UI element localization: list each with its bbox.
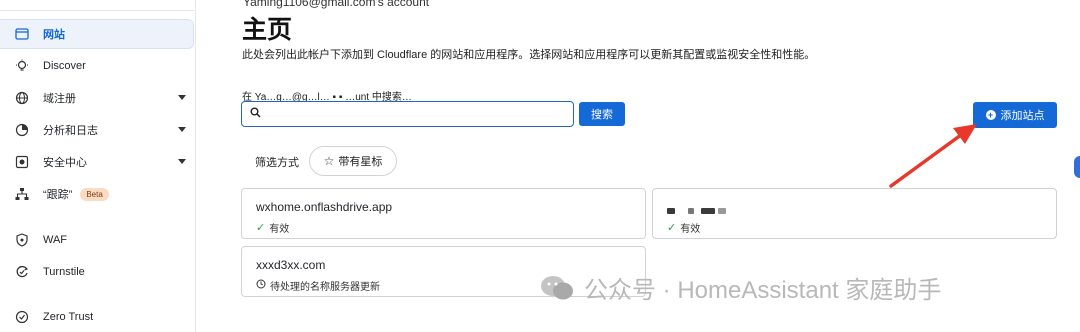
search-field[interactable] (241, 101, 574, 127)
globe-icon (14, 90, 30, 106)
search-button[interactable]: 搜索 (579, 102, 625, 126)
sidebar-item-domain-registration[interactable]: 域注册 (0, 83, 196, 113)
zero-trust-icon (14, 309, 30, 325)
network-tree-icon (14, 186, 30, 202)
sidebar-divider (0, 10, 196, 11)
search-input[interactable] (267, 108, 573, 120)
site-domain: xxxd3xx.com (256, 258, 326, 272)
sidebar-item-analytics-logs[interactable]: 分析和日志 (0, 115, 196, 145)
add-site-button[interactable]: + 添加站点 (973, 102, 1057, 128)
sidebar-item-label: 域注册 (43, 93, 76, 105)
plus-circle-icon: + (985, 110, 996, 120)
help-tab[interactable] (1074, 156, 1080, 178)
watermark-text: 公众号 · HomeAssistant 家庭助手 (584, 277, 942, 304)
star-icon: ☆ (323, 154, 335, 168)
site-status-label: 有效 (680, 224, 701, 235)
site-domain: wxhome.onflashdrive.app (256, 200, 393, 214)
sidebar-item-label: 分析和日志 (43, 125, 98, 137)
clock-chart-icon (14, 122, 30, 138)
filter-label: 筛选方式 (255, 157, 299, 169)
page-description: 此处会列出此帐户下添加到 Cloudflare 的网站和应用程序。选择网站和应用… (242, 49, 816, 61)
waf-shield-icon (14, 232, 30, 248)
site-card[interactable]: wxhome.onflashdrive.app ✓ 有效 (241, 188, 646, 239)
shield-gear-icon (14, 154, 30, 170)
site-status: 待处理的名称服务器更新 (256, 278, 380, 293)
sidebar-item-zero-trust[interactable]: Zero Trust (0, 302, 196, 332)
sidebar: 网站 Discover 域注册 分析和日志 安全中心 “跟踪” Beta WAF… (0, 0, 196, 332)
sidebar-item-label: “跟踪” (43, 189, 73, 201)
beta-badge: Beta (80, 187, 109, 201)
lightbulb-icon (14, 58, 30, 74)
add-site-label: 添加站点 (1000, 110, 1045, 122)
sidebar-item-turnstile[interactable]: Turnstile (0, 257, 196, 287)
check-icon: ✓ (256, 222, 266, 234)
page-title: 主页 (242, 16, 293, 44)
check-icon: ✓ (667, 222, 677, 234)
sidebar-item-label: Turnstile (43, 266, 85, 278)
sidebar-item-label: Zero Trust (43, 311, 94, 323)
site-status-label: 有效 (269, 224, 290, 235)
watermark: 公众号 · HomeAssistant 家庭助手 (540, 270, 941, 305)
chevron-down-icon (178, 127, 186, 132)
account-name: Yaming1106@gmail.com's account (243, 0, 430, 9)
starred-filter-label: 带有星标 (338, 156, 383, 168)
sidebar-item-security-center[interactable]: 安全中心 (0, 147, 196, 177)
site-domain-redacted (667, 203, 727, 217)
browser-window-icon (14, 26, 30, 42)
sidebar-item-waf[interactable]: WAF (0, 225, 196, 255)
sidebar-item-label: 网站 (43, 29, 65, 41)
sidebar-item-label: WAF (43, 234, 68, 246)
chevron-down-icon (178, 95, 186, 100)
turnstile-icon (14, 264, 30, 280)
sidebar-item-websites[interactable]: 网站 (0, 19, 194, 49)
site-status-label: 待处理的名称服务器更新 (270, 282, 380, 293)
search-icon (250, 105, 261, 123)
site-card[interactable]: ✓ 有效 (652, 188, 1057, 239)
site-status: ✓ 有效 (256, 220, 289, 235)
clock-icon (256, 279, 266, 292)
sidebar-item-discover[interactable]: Discover (0, 51, 196, 81)
site-status: ✓ 有效 (667, 220, 700, 235)
sidebar-item-label: 安全中心 (43, 157, 87, 169)
sidebar-item-trace[interactable]: “跟踪” Beta (0, 179, 196, 209)
sidebar-item-label: Discover (43, 60, 86, 72)
starred-filter-button[interactable]: ☆ 带有星标 (309, 146, 397, 176)
annotation-arrow (889, 124, 977, 188)
wechat-icon (541, 275, 573, 299)
chevron-down-icon (178, 159, 186, 164)
